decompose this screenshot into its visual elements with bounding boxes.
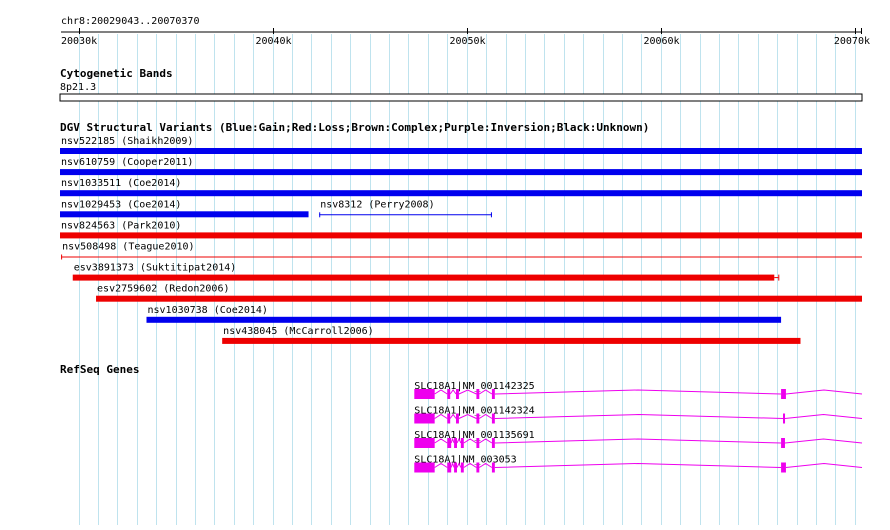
dgv-variant-label: nsv508498 (Teague2010) xyxy=(62,242,194,253)
exon-block xyxy=(454,438,457,448)
dgv-variant[interactable]: nsv438045 (McCarroll2006) xyxy=(222,326,801,344)
dgv-variant[interactable]: nsv522185 (Shaikh2009) xyxy=(60,136,862,154)
exon-block xyxy=(781,389,786,399)
exon-block xyxy=(491,413,495,424)
refseq-gene-features: SLC18A1|NM_001142325 SLC18A1|NM_001142324… xyxy=(414,381,863,473)
genome-browser-view[interactable]: chr8:20029043..20070370 20030k 20040k 2005… xyxy=(0,0,890,525)
dgv-variant-bar xyxy=(60,148,862,154)
cytoband-track-title: Cytogenetic Bands xyxy=(60,67,173,80)
exon-block xyxy=(447,389,451,399)
exon-block xyxy=(476,389,480,399)
dgv-variant[interactable]: nsv8312 (Perry2008) xyxy=(319,199,492,218)
ruler-ticks: 20030k 20040k 20050k 20060k 20070k xyxy=(61,28,870,47)
exon-block xyxy=(476,462,480,473)
dgv-variant-label: nsv1029453 (Coe2014) xyxy=(61,199,181,210)
exon-block xyxy=(456,389,459,399)
ruler-tick-label: 20040k xyxy=(255,36,291,47)
dgv-variant[interactable]: nsv1029453 (Coe2014) xyxy=(60,199,309,218)
refseq-transcript[interactable]: SLC18A1|NM_001135691 xyxy=(414,430,863,448)
ruler-tick-label: 20030k xyxy=(61,36,97,47)
dgv-variant[interactable]: nsv1030738 (Coe2014) xyxy=(146,305,782,323)
dgv-variant[interactable]: esv3891373 (Suktitipat2014) xyxy=(72,263,780,281)
exon-block xyxy=(781,462,786,473)
exon-block xyxy=(447,438,452,448)
exon-block xyxy=(414,462,435,473)
track-panel[interactable]: chr8:20029043..20070370 20030k 20040k 2005… xyxy=(0,0,890,525)
refseq-transcript[interactable]: SLC18A1|NM_001142324 xyxy=(414,406,863,424)
dgv-variant-label: nsv522185 (Shaikh2009) xyxy=(61,136,193,147)
dgv-variant-label: nsv1030738 (Coe2014) xyxy=(147,305,267,316)
location-label: chr8:20029043..20070370 xyxy=(61,16,199,27)
ruler-tick-label: 20050k xyxy=(449,36,485,47)
dgv-variant-bar xyxy=(60,211,309,218)
dgv-variant-bar xyxy=(72,274,775,281)
exon-block xyxy=(456,413,459,424)
exon-block xyxy=(476,413,480,424)
dgv-variant-bar xyxy=(146,316,782,323)
dgv-variant-label: esv2759602 (Redon2006) xyxy=(97,284,229,295)
cytoband-label: 8p21.3 xyxy=(60,82,96,93)
ruler-tick-label: 20060k xyxy=(643,36,679,47)
dgv-variant[interactable]: esv2759602 (Redon2006) xyxy=(96,284,863,302)
dgv-variant-label: nsv8312 (Perry2008) xyxy=(320,199,434,210)
refseq-transcript[interactable]: SLC18A1|NM_003053 xyxy=(414,455,863,473)
exon-block xyxy=(414,413,435,424)
exon-block xyxy=(491,438,495,448)
dgv-variant-label: esv3891373 (Suktitipat2014) xyxy=(74,263,237,274)
exon-block xyxy=(781,438,785,448)
exon-block xyxy=(447,413,451,424)
exon-block xyxy=(476,438,480,448)
refseq-track-title: RefSeq Genes xyxy=(60,363,139,376)
dgv-track-title: DGV Structural Variants (Blue:Gain;Red:L… xyxy=(60,121,649,134)
dgv-variant-bar xyxy=(60,169,862,176)
exon-block xyxy=(491,462,495,473)
exon-block xyxy=(414,389,435,399)
cytoband-bar[interactable] xyxy=(59,93,863,102)
exon-block xyxy=(460,462,464,473)
exon-block xyxy=(783,413,786,424)
ruler-tick-label: 20070k xyxy=(834,36,870,47)
dgv-variant-bar xyxy=(60,190,862,197)
dgv-variant-label: nsv438045 (McCarroll2006) xyxy=(223,326,374,337)
dgv-variant[interactable]: nsv610759 (Cooper2011) xyxy=(60,157,862,176)
exon-block xyxy=(454,462,457,473)
exon-block xyxy=(447,462,452,473)
dgv-variant[interactable]: nsv1033511 (Coe2014) xyxy=(60,178,862,197)
exon-block xyxy=(491,389,495,399)
dgv-variant-bar xyxy=(96,295,863,302)
dgv-variant-label: nsv1033511 (Coe2014) xyxy=(61,178,181,189)
dgv-variant-bar xyxy=(60,232,862,239)
exon-block xyxy=(414,438,435,448)
dgv-variant[interactable]: nsv508498 (Teague2010) xyxy=(61,242,862,260)
exon-block xyxy=(460,438,464,448)
dgv-variant-label: nsv824563 (Park2010) xyxy=(61,220,181,231)
dgv-variant[interactable]: nsv824563 (Park2010) xyxy=(60,220,862,239)
dgv-variant-features: nsv522185 (Shaikh2009) nsv610759 (Cooper2… xyxy=(60,136,863,344)
dgv-variant-label: nsv610759 (Cooper2011) xyxy=(61,157,193,168)
refseq-transcript[interactable]: SLC18A1|NM_001142325 xyxy=(414,381,863,399)
dgv-variant-bar xyxy=(222,337,801,344)
